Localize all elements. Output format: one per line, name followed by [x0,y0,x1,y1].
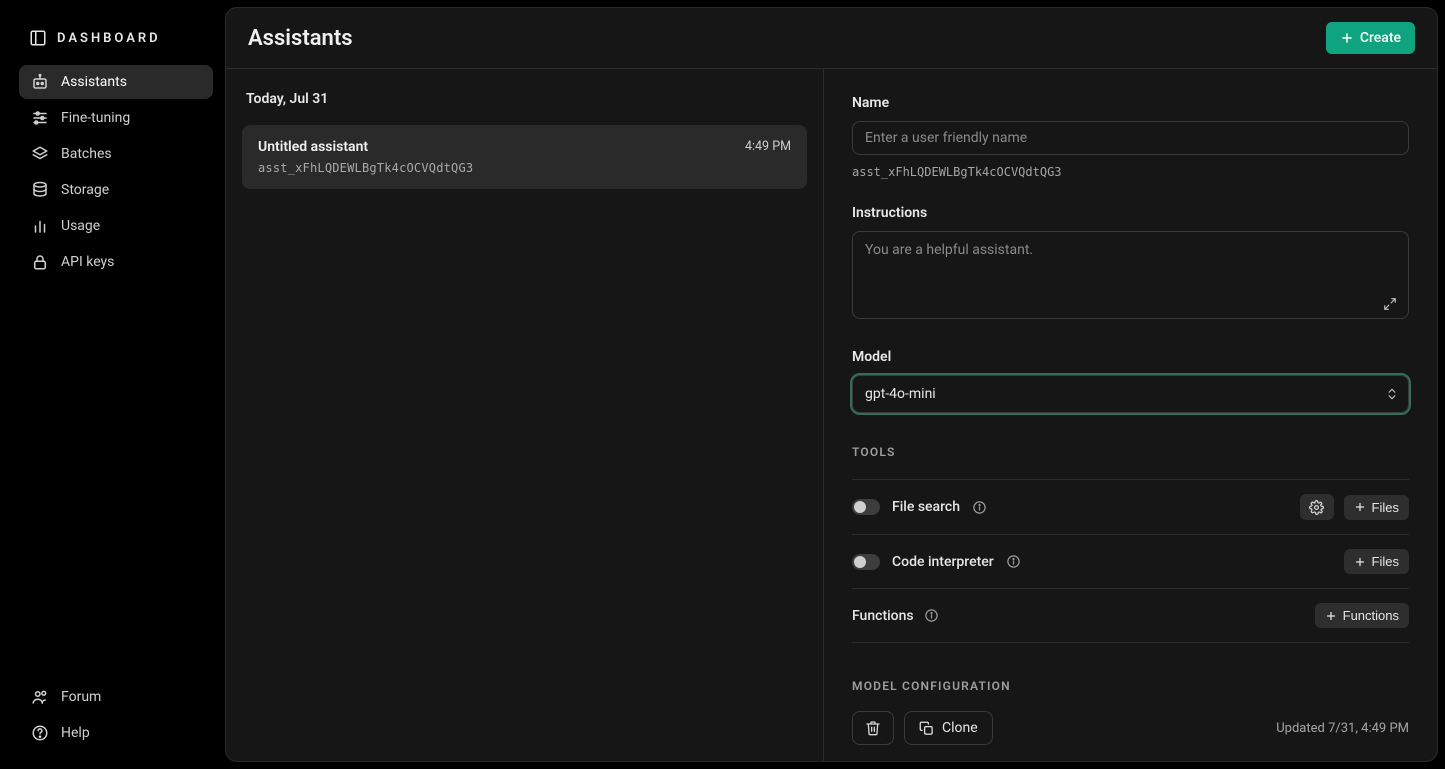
sidebar-item-usage[interactable]: Usage [19,209,213,243]
code-interpreter-files-button[interactable]: Files [1344,549,1409,574]
model-config-heading: MODEL CONFIGURATION [852,679,1409,693]
instructions-label: Instructions [852,205,1409,221]
sidebar-item-label: Forum [61,689,101,705]
assistant-list-item-title: Untitled assistant [258,139,473,155]
sidebar-item-label: Usage [61,218,100,234]
functions-button-label: Functions [1343,608,1399,623]
code-interpreter-toggle[interactable] [852,554,880,570]
create-button-label: Create [1360,30,1401,46]
sidebar-item-api-keys[interactable]: API keys [19,245,213,279]
info-icon[interactable] [924,608,939,623]
tools-section: File search [852,479,1409,643]
plus-icon [1354,501,1366,513]
delete-button[interactable] [852,711,894,745]
name-input[interactable] [852,121,1409,155]
sidebar: DASHBOARD Assistants Fine-tuning Batches [7,7,225,762]
sidebar-item-label: API keys [61,254,114,270]
file-search-settings-button[interactable] [1300,494,1334,520]
add-functions-button[interactable]: Functions [1315,603,1409,628]
robot-icon [31,73,49,91]
functions-row: Functions Functions [852,588,1409,643]
plus-icon [1354,556,1366,568]
create-button[interactable]: Create [1326,22,1415,54]
assistant-detail: Name asst_xFhLQDEWLBgTk4cOCVQdtQG3 Instr… [824,69,1437,761]
sidebar-item-label: Assistants [61,74,127,90]
gear-icon [1309,500,1324,515]
files-button-label: Files [1372,554,1399,569]
sidebar-nav: Assistants Fine-tuning Batches Storage [19,65,213,279]
assistant-list-item[interactable]: Untitled assistant asst_xFhLQDEWLBgTk4cO… [242,125,807,189]
layers-icon [31,145,49,163]
sidebar-item-storage[interactable]: Storage [19,173,213,207]
lock-icon [31,253,49,271]
clone-button[interactable]: Clone [904,711,993,745]
users-icon [31,688,49,706]
name-field: Name asst_xFhLQDEWLBgTk4cOCVQdtQG3 [852,95,1409,179]
code-interpreter-label: Code interpreter [892,554,994,570]
sliders-icon [31,109,49,127]
info-icon[interactable] [1006,554,1021,569]
tools-heading: TOOLS [852,445,1409,459]
detail-footer: Clone Updated 7/31, 4:49 PM [824,699,1437,761]
updated-text: Updated 7/31, 4:49 PM [1276,721,1409,736]
sidebar-item-label: Help [61,725,90,741]
file-search-files-button[interactable]: Files [1344,495,1409,520]
main-panel: Assistants Create Today, Jul 31 Untitled… [225,7,1438,762]
maximize-icon [1383,297,1397,311]
info-icon[interactable] [972,500,987,515]
assistant-list-item-id: asst_xFhLQDEWLBgTk4cOCVQdtQG3 [258,161,473,175]
assistant-list: Today, Jul 31 Untitled assistant asst_xF… [226,69,824,761]
sidebar-item-batches[interactable]: Batches [19,137,213,171]
help-circle-icon [31,724,49,742]
model-select[interactable]: gpt-4o-mini [852,375,1409,413]
panel-left-icon [29,29,47,47]
tool-code-interpreter-row: Code interpreter Files [852,534,1409,588]
titlebar: Assistants Create [226,8,1437,69]
page-title: Assistants [248,26,353,51]
model-label: Model [852,349,1409,365]
bar-chart-icon [31,217,49,235]
assistant-id-text: asst_xFhLQDEWLBgTk4cOCVQdtQG3 [852,165,1409,179]
sidebar-item-label: Storage [61,182,109,198]
functions-label: Functions [852,608,914,624]
tool-file-search-row: File search [852,479,1409,534]
brand-label: DASHBOARD [57,31,161,46]
sidebar-footer-nav: Forum Help [19,680,213,750]
database-icon [31,181,49,199]
instructions-input[interactable] [852,231,1409,319]
sidebar-item-forum[interactable]: Forum [19,680,213,714]
model-field: Model gpt-4o-mini [852,349,1409,413]
name-label: Name [852,95,1409,111]
brand: DASHBOARD [19,19,213,65]
sidebar-item-assistants[interactable]: Assistants [19,65,213,99]
files-button-label: Files [1372,500,1399,515]
plus-icon [1340,31,1354,45]
expand-instructions-button[interactable] [1379,293,1401,315]
sidebar-item-help[interactable]: Help [19,716,213,750]
sidebar-item-label: Batches [61,146,112,162]
trash-icon [865,720,881,736]
file-search-toggle[interactable] [852,499,880,515]
plus-icon [1325,610,1337,622]
instructions-field: Instructions [852,205,1409,323]
clone-button-label: Clone [942,720,978,736]
assistant-list-item-time: 4:49 PM [745,139,791,154]
sidebar-item-fine-tuning[interactable]: Fine-tuning [19,101,213,135]
sidebar-item-label: Fine-tuning [61,110,130,126]
list-date-heading: Today, Jul 31 [242,87,807,113]
copy-icon [919,721,934,736]
file-search-label: File search [892,499,960,515]
